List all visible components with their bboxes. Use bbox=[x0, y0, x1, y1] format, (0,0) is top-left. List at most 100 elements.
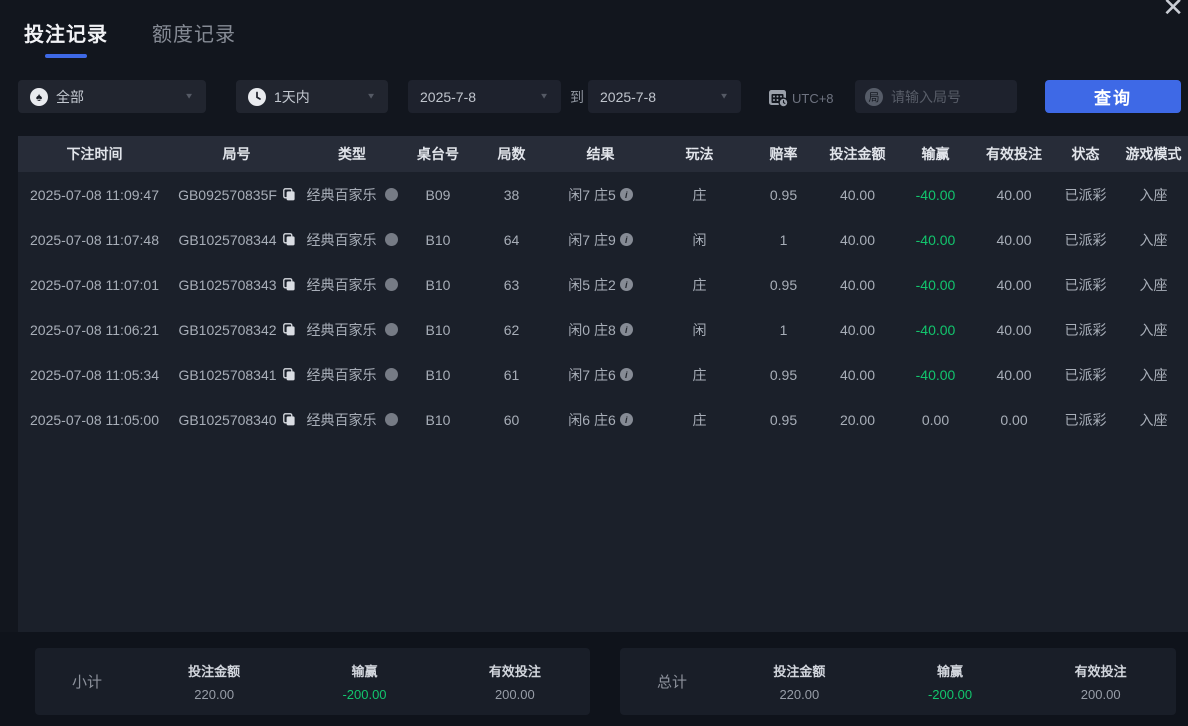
copy-icon[interactable] bbox=[282, 413, 295, 426]
chevron-down-icon: ▼ bbox=[539, 92, 549, 101]
cell-valid-bet: 40.00 bbox=[996, 366, 1032, 383]
header-odds: 赔率 bbox=[769, 146, 798, 162]
cell-round-id: GB1025708343 bbox=[171, 277, 302, 293]
table-row: 2025-07-08 11:07:48 GB1025708344 经典百家乐 B… bbox=[18, 217, 1188, 262]
to-label: 到 bbox=[570, 89, 584, 105]
table-row: 2025-07-08 11:05:00 GB1025708340 经典百家乐 B… bbox=[18, 397, 1188, 442]
date-from-value: 2025-7-8 bbox=[420, 88, 477, 105]
active-tab-underline bbox=[45, 54, 87, 58]
cell-round-id: GB092570835F bbox=[171, 187, 302, 203]
cell-bet-amount: 40.00 bbox=[839, 186, 876, 203]
result-text: 闲7 庄9 bbox=[568, 231, 616, 248]
copy-icon[interactable] bbox=[282, 368, 295, 381]
header-bet-time: 下注时间 bbox=[66, 146, 123, 162]
header-round-no: 局数 bbox=[497, 146, 526, 162]
header-table-no: 桌台号 bbox=[417, 146, 459, 162]
header-valid-bet: 有效投注 bbox=[986, 146, 1042, 162]
info-icon[interactable]: i bbox=[619, 323, 633, 336]
cell-game-type: 经典百家乐 bbox=[302, 185, 402, 205]
round-id-text: GB1025708341 bbox=[178, 366, 277, 383]
copy-icon[interactable] bbox=[282, 278, 295, 291]
game-icon bbox=[384, 368, 398, 381]
game-type-text: 经典百家乐 bbox=[306, 321, 377, 338]
info-icon[interactable]: i bbox=[619, 368, 633, 381]
result-text: 闲0 庄8 bbox=[568, 321, 616, 338]
close-icon[interactable]: ✕ bbox=[1162, 0, 1184, 23]
cell-bet-time: 2025-07-08 11:07:48 bbox=[30, 231, 159, 248]
tab-betting-records[interactable]: 投注记录 bbox=[24, 18, 108, 58]
cell-round-no: 38 bbox=[503, 186, 520, 203]
tab-bar: 投注记录 额度记录 bbox=[24, 18, 236, 58]
timezone-label: UTC+8 bbox=[792, 91, 834, 106]
date-from-select[interactable]: 2025-7-8 ▼ bbox=[408, 80, 561, 113]
cell-result: 闲7 庄5 i bbox=[549, 185, 652, 205]
cell-game-type: 经典百家乐 bbox=[302, 365, 402, 385]
cell-round-id: GB1025708342 bbox=[171, 322, 302, 338]
filter-bar: ♠ 全部 ▼ 1天内 ▼ 2025-7-8 ▼ 到 2025-7-8 ▼ UTC… bbox=[0, 80, 1188, 113]
header-status: 状态 bbox=[1071, 146, 1100, 162]
cell-bet-amount: 40.00 bbox=[839, 231, 876, 248]
copy-icon[interactable] bbox=[282, 323, 295, 336]
table-row: 2025-07-08 11:05:34 GB1025708341 经典百家乐 B… bbox=[18, 352, 1188, 397]
cell-play: 闲 bbox=[692, 321, 707, 338]
chevron-down-icon: ▼ bbox=[366, 92, 376, 101]
cell-play: 庄 bbox=[692, 411, 707, 428]
cell-bet-time: 2025-07-08 11:05:00 bbox=[30, 411, 159, 428]
cell-result: 闲6 庄6 i bbox=[549, 410, 652, 430]
cell-odds: 0.95 bbox=[769, 276, 798, 293]
cell-valid-bet: 40.00 bbox=[996, 231, 1032, 248]
chevron-down-icon: ▼ bbox=[719, 92, 729, 101]
game-type-select[interactable]: ♠ 全部 ▼ bbox=[18, 80, 206, 113]
info-icon[interactable]: i bbox=[619, 188, 633, 201]
cell-play: 庄 bbox=[692, 276, 707, 293]
cell-bet-time: 2025-07-08 11:06:21 bbox=[30, 321, 159, 338]
info-icon[interactable]: i bbox=[619, 278, 633, 291]
game-icon bbox=[384, 323, 398, 336]
cell-win-loss: -40.00 bbox=[915, 321, 956, 338]
cell-round-id: GB1025708344 bbox=[171, 232, 302, 248]
total-card: 总计 投注金额 220.00 输赢 -200.00 有效投注 200.00 bbox=[620, 648, 1176, 715]
tab-quota-records[interactable]: 额度记录 bbox=[152, 18, 236, 58]
round-id-text: GB1025708344 bbox=[178, 231, 277, 248]
cell-bet-amount: 20.00 bbox=[839, 411, 876, 428]
cell-status: 已派彩 bbox=[1064, 276, 1107, 293]
round-id-text: GB092570835F bbox=[178, 186, 277, 203]
cell-status: 已派彩 bbox=[1064, 321, 1107, 338]
round-id-text: GB1025708340 bbox=[178, 411, 277, 428]
cell-round-no: 64 bbox=[503, 231, 520, 248]
cell-valid-bet: 0.00 bbox=[1000, 411, 1028, 428]
info-icon[interactable]: i bbox=[619, 413, 633, 426]
cell-win-loss: 0.00 bbox=[921, 411, 950, 428]
cell-bet-time: 2025-07-08 11:05:34 bbox=[30, 366, 159, 383]
header-game-mode: 游戏模式 bbox=[1125, 146, 1182, 162]
game-icon bbox=[384, 188, 398, 201]
cell-status: 已派彩 bbox=[1064, 186, 1107, 203]
header-win-loss: 输赢 bbox=[921, 146, 950, 162]
game-type-text: 经典百家乐 bbox=[306, 231, 377, 248]
table-row: 2025-07-08 11:07:01 GB1025708343 经典百家乐 B… bbox=[18, 262, 1188, 307]
copy-icon[interactable] bbox=[282, 233, 295, 246]
cell-valid-bet: 40.00 bbox=[996, 186, 1032, 203]
date-to-select[interactable]: 2025-7-8 ▼ bbox=[588, 80, 741, 113]
cell-win-loss: -40.00 bbox=[915, 231, 956, 248]
total-valid-bet: 有效投注 200.00 bbox=[1074, 664, 1127, 702]
cell-win-loss: -40.00 bbox=[915, 276, 956, 293]
cell-odds: 0.95 bbox=[769, 186, 798, 203]
query-button[interactable]: 查询 bbox=[1045, 80, 1181, 113]
round-search-input[interactable] bbox=[891, 88, 1001, 105]
header-bet-amount: 投注金额 bbox=[829, 146, 886, 162]
betting-records-panel: ✕ 投注记录 额度记录 ♠ 全部 ▼ 1天内 ▼ 2025-7-8 ▼ 到 20… bbox=[0, 0, 1188, 726]
cell-game-mode: 入座 bbox=[1139, 321, 1168, 338]
cell-bet-time: 2025-07-08 11:07:01 bbox=[30, 276, 159, 293]
cell-play: 庄 bbox=[692, 186, 707, 203]
cell-odds: 1 bbox=[779, 231, 788, 248]
cell-table-no: B10 bbox=[425, 366, 451, 383]
copy-icon[interactable] bbox=[283, 188, 295, 201]
cell-game-type: 经典百家乐 bbox=[302, 410, 402, 430]
subtotal-bet-amount: 投注金额 220.00 bbox=[188, 664, 241, 702]
cell-status: 已派彩 bbox=[1064, 411, 1107, 428]
spade-icon: ♠ bbox=[30, 87, 48, 106]
time-range-select[interactable]: 1天内 ▼ bbox=[236, 80, 388, 113]
cell-bet-amount: 40.00 bbox=[839, 366, 876, 383]
info-icon[interactable]: i bbox=[619, 233, 633, 246]
